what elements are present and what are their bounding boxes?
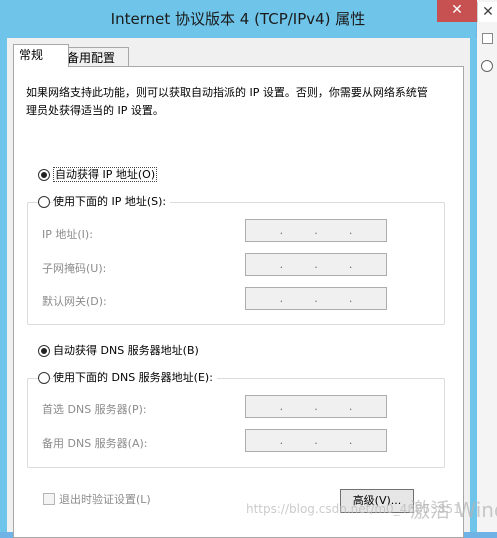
dns-manual-label[interactable]: 使用下面的 DNS 服务器地址(E): (53, 369, 217, 385)
ip-auto-label[interactable]: 自动获得 IP 地址(O) (53, 166, 158, 182)
ip-address-label: IP 地址(I): (42, 228, 93, 241)
subnet-mask-label: 子网掩码(U): (42, 262, 107, 275)
preferred-dns-field[interactable]: ... (245, 395, 387, 418)
window-title: Internet 协议版本 4 (TCP/IPv4) 属性 (110, 10, 366, 28)
watermark-activate: 激活 Wind (410, 498, 497, 522)
default-gateway-label: 默认网关(D): (42, 295, 107, 308)
window-border-left (0, 38, 7, 532)
validate-label[interactable]: 退出时验证设置(L) (59, 491, 151, 507)
tab-general[interactable]: 常规 (13, 44, 69, 67)
dns-auto-radio-icon[interactable] (38, 345, 50, 357)
ip-manual-label[interactable]: 使用下面的 IP 地址(S): (53, 193, 171, 209)
ip-manual-radio-icon[interactable] (38, 196, 50, 208)
ip-address-field[interactable]: ... (245, 219, 387, 242)
dns-manual-radio-icon[interactable] (38, 372, 50, 384)
dialog-client: 常规 备用配置 如果网络支持此功能，则可以获取自动指派的 IP 设置。否则，你需… (7, 38, 470, 538)
ip-auto-radio-icon[interactable] (38, 169, 50, 181)
alternate-dns-field[interactable]: ... (245, 429, 387, 452)
alternate-dns-label: 备用 DNS 服务器(A): (42, 437, 148, 450)
background-window: ✕ (477, 0, 497, 532)
dns-group-box (27, 378, 445, 468)
subnet-mask-field[interactable]: ... (245, 253, 387, 276)
background-checkbox-icon (482, 33, 493, 44)
background-radio-icon (481, 60, 493, 72)
default-gateway-field[interactable]: ... (245, 287, 387, 310)
window-border-right (470, 38, 477, 532)
preferred-dns-label: 首选 DNS 服务器(P): (42, 403, 147, 416)
close-icon[interactable]: ✕ (437, 0, 477, 22)
tab-alternate-config[interactable]: 备用配置 (61, 47, 129, 68)
validate-checkbox-icon[interactable] (43, 493, 55, 505)
tab-alternate-label: 备用配置 (67, 51, 116, 65)
title-bar: Internet 协议版本 4 (TCP/IPv4) 属性 ✕ (0, 0, 477, 38)
ip-auto-text: 自动获得 IP 地址(O) (53, 167, 158, 182)
tab-general-label: 常规 (19, 48, 44, 62)
description-text: 如果网络支持此功能，则可以获取自动指派的 IP 设置。否则，你需要从网络系统管理… (26, 86, 428, 117)
background-close-icon[interactable]: ✕ (477, 2, 497, 22)
dns-auto-label[interactable]: 自动获得 DNS 服务器地址(B) (53, 342, 199, 358)
